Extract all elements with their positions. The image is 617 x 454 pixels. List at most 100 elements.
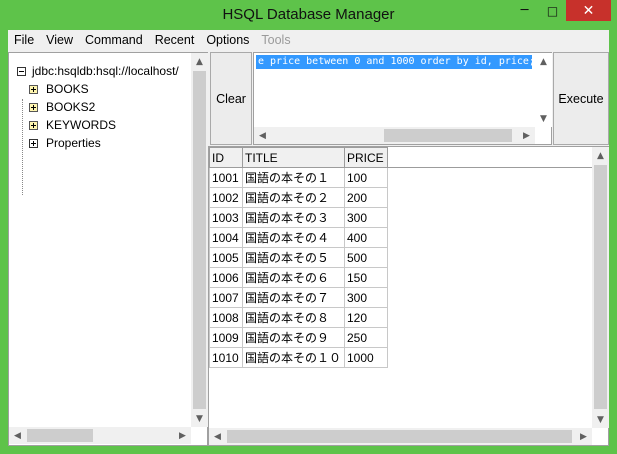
- tree-item-books2[interactable]: BOOKS2: [29, 99, 95, 115]
- scroll-thumb[interactable]: [227, 430, 572, 443]
- cell-title[interactable]: 国語の本その３: [242, 207, 345, 228]
- cell-id[interactable]: 1009: [209, 327, 243, 348]
- scroll-down-icon[interactable]: ▼: [191, 410, 208, 427]
- sql-query-editor[interactable]: e price between 0 and 1000 order by id, …: [253, 52, 552, 145]
- cell-id[interactable]: 1005: [209, 247, 243, 268]
- menu-bar: File View Command Recent Options Tools: [8, 30, 609, 50]
- scroll-down-icon[interactable]: ▼: [592, 411, 609, 428]
- cell-id[interactable]: 1002: [209, 187, 243, 208]
- scroll-thumb[interactable]: [384, 129, 512, 142]
- tree-item-properties[interactable]: Properties: [29, 135, 101, 151]
- app-window: HSQL Database Manager ─ □ ✕ File View Co…: [0, 0, 617, 454]
- schema-tree-panel: jdbc:hsqldb:hsql://localhost/ BOOKS BOOK…: [8, 52, 208, 446]
- cell-price[interactable]: 150: [344, 267, 388, 288]
- cell-id[interactable]: 1004: [209, 227, 243, 248]
- cell-title[interactable]: 国語の本その１: [242, 167, 345, 188]
- tree-item-label: Properties: [46, 136, 101, 150]
- maximize-button[interactable]: □: [540, 0, 565, 21]
- cell-id[interactable]: 1001: [209, 167, 243, 188]
- cell-id[interactable]: 1003: [209, 207, 243, 228]
- expand-icon[interactable]: [29, 120, 38, 130]
- cell-price[interactable]: 120: [344, 307, 388, 328]
- scroll-right-icon[interactable]: ▶: [575, 428, 592, 445]
- table-row[interactable]: 1009 国語の本その９ 250: [209, 327, 388, 348]
- expand-icon[interactable]: [29, 102, 38, 112]
- scroll-up-icon[interactable]: ▲: [592, 147, 609, 164]
- tree-item-label: BOOKS: [46, 82, 89, 96]
- cell-price[interactable]: 1000: [344, 347, 388, 368]
- tree-root[interactable]: jdbc:hsqldb:hsql://localhost/: [17, 63, 179, 79]
- expand-icon[interactable]: [29, 138, 38, 148]
- scroll-left-icon[interactable]: ◀: [9, 427, 26, 444]
- results-vertical-scrollbar[interactable]: ▲ ▼: [592, 147, 609, 428]
- cell-id[interactable]: 1007: [209, 287, 243, 308]
- scroll-left-icon[interactable]: ◀: [254, 127, 271, 144]
- cell-price[interactable]: 500: [344, 247, 388, 268]
- scroll-up-icon[interactable]: ▲: [535, 53, 552, 70]
- tree-vertical-scrollbar[interactable]: ▲ ▼: [191, 53, 208, 427]
- table-row[interactable]: 1001 国語の本その１ 100: [209, 167, 388, 188]
- tree-item-books[interactable]: BOOKS: [29, 81, 89, 97]
- results-horizontal-scrollbar[interactable]: ◀ ▶: [209, 428, 592, 445]
- table-row[interactable]: 1010 国語の本その１０ 1000: [209, 347, 388, 368]
- cell-price[interactable]: 200: [344, 187, 388, 208]
- cell-title[interactable]: 国語の本その２: [242, 187, 345, 208]
- cell-price[interactable]: 400: [344, 227, 388, 248]
- column-header-id[interactable]: ID: [209, 147, 243, 168]
- cell-id[interactable]: 1006: [209, 267, 243, 288]
- scroll-thumb[interactable]: [193, 71, 206, 409]
- menu-view[interactable]: View: [40, 30, 79, 50]
- results-table[interactable]: ID TITLE PRICE 1001 国語の本その１ 100 1002 国語の本その…: [209, 147, 388, 368]
- tree-item-keywords[interactable]: KEYWORDS: [29, 117, 116, 133]
- query-horizontal-scrollbar[interactable]: ◀ ▶: [254, 127, 535, 144]
- cell-price[interactable]: 300: [344, 287, 388, 308]
- menu-command[interactable]: Command: [79, 30, 149, 50]
- execute-button[interactable]: Execute: [553, 52, 609, 145]
- table-row[interactable]: 1008 国語の本その８ 120: [209, 307, 388, 328]
- cell-id[interactable]: 1010: [209, 347, 243, 368]
- menu-recent[interactable]: Recent: [149, 30, 201, 50]
- menu-tools: Tools: [261, 33, 291, 47]
- cell-title[interactable]: 国語の本その５: [242, 247, 345, 268]
- column-header-title[interactable]: TITLE: [242, 147, 345, 168]
- scroll-right-icon[interactable]: ▶: [174, 427, 191, 444]
- scroll-right-icon[interactable]: ▶: [518, 127, 535, 144]
- cell-id[interactable]: 1008: [209, 307, 243, 328]
- query-vertical-scrollbar[interactable]: ▲ ▼: [535, 53, 552, 127]
- table-row[interactable]: 1004 国語の本その４ 400: [209, 227, 388, 248]
- table-row[interactable]: 1003 国語の本その３ 300: [209, 207, 388, 228]
- menu-file[interactable]: File: [8, 30, 40, 50]
- cell-price[interactable]: 100: [344, 167, 388, 188]
- table-header-row: ID TITLE PRICE: [209, 147, 388, 168]
- clear-button[interactable]: Clear: [210, 52, 252, 145]
- expand-icon[interactable]: [29, 84, 38, 94]
- scroll-thumb[interactable]: [594, 165, 607, 409]
- minimize-button[interactable]: ─: [511, 0, 538, 21]
- cell-price[interactable]: 300: [344, 207, 388, 228]
- results-panel: ID TITLE PRICE 1001 国語の本その１ 100 1002 国語の本その…: [208, 146, 609, 446]
- tree-connector-line: [22, 99, 23, 195]
- scroll-thumb[interactable]: [27, 429, 93, 442]
- column-header-price[interactable]: PRICE: [344, 147, 388, 168]
- table-row[interactable]: 1005 国語の本その５ 500: [209, 247, 388, 268]
- cell-title[interactable]: 国語の本その６: [242, 267, 345, 288]
- cell-title[interactable]: 国語の本その８: [242, 307, 345, 328]
- cell-title[interactable]: 国語の本その１０: [242, 347, 345, 368]
- scroll-up-icon[interactable]: ▲: [191, 53, 208, 70]
- title-bar[interactable]: HSQL Database Manager ─ □ ✕: [0, 0, 617, 30]
- scroll-left-icon[interactable]: ◀: [209, 428, 226, 445]
- cell-title[interactable]: 国語の本その４: [242, 227, 345, 248]
- tree-horizontal-scrollbar[interactable]: ◀ ▶: [9, 427, 191, 444]
- table-row[interactable]: 1006 国語の本その６ 150: [209, 267, 388, 288]
- menu-options[interactable]: Options: [200, 30, 255, 50]
- tree-item-label: KEYWORDS: [46, 118, 117, 132]
- cell-price[interactable]: 250: [344, 327, 388, 348]
- collapse-icon[interactable]: [17, 66, 26, 76]
- close-button[interactable]: ✕: [566, 0, 611, 21]
- cell-title[interactable]: 国語の本その９: [242, 327, 345, 348]
- table-row[interactable]: 1007 国語の本その７ 300: [209, 287, 388, 308]
- cell-title[interactable]: 国語の本その７: [242, 287, 345, 308]
- scroll-down-icon[interactable]: ▼: [535, 110, 552, 127]
- sql-query-text[interactable]: e price between 0 and 1000 order by id, …: [256, 55, 532, 69]
- table-row[interactable]: 1002 国語の本その２ 200: [209, 187, 388, 208]
